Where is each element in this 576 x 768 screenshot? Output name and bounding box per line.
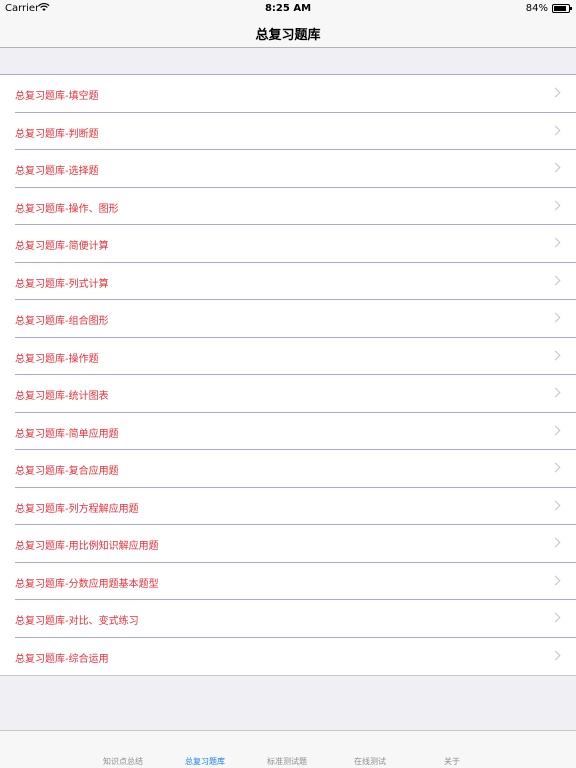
- battery-level: [554, 6, 566, 11]
- tab-item[interactable]: 标准测试题: [247, 756, 327, 767]
- list-item[interactable]: 总复习题库-列式计算: [0, 262, 576, 300]
- list-item[interactable]: 总复习题库-列方程解应用题: [0, 487, 576, 525]
- chevron-right-icon: [550, 275, 561, 285]
- list-item-label: 总复习题库-列方程解应用题: [15, 503, 139, 515]
- list-item[interactable]: 总复习题库-判断题: [0, 112, 576, 150]
- list-item-label: 总复习题库-填空题: [15, 91, 99, 102]
- list-item[interactable]: 总复习题库-分数应用题基本题型: [0, 562, 576, 600]
- tab-item[interactable]: 总复习题库: [165, 756, 245, 767]
- tab-item[interactable]: 关于: [412, 756, 492, 767]
- navigation-bar: 总复习题库: [0, 17, 576, 48]
- chevron-right-icon: [550, 237, 561, 248]
- list-item[interactable]: 总复习题库-对比、变式练习: [0, 600, 576, 638]
- chevron-right-icon: [550, 162, 561, 173]
- tab-bar: 知识点总结 总复习题库 标准测试题 在线测试 关于: [0, 730, 576, 768]
- list-item-label: 总复习题库-统计图表: [15, 391, 109, 402]
- chevron-right-icon: [550, 575, 561, 585]
- chevron-right-icon: [550, 612, 561, 623]
- list-item[interactable]: 总复习题库-简单应用题: [0, 412, 576, 450]
- chevron-right-icon: [550, 87, 561, 98]
- list-item-label: 总复习题库-简单应用题: [15, 428, 119, 440]
- list-item-label: 总复习题库-用比例知识解应用题: [15, 541, 159, 552]
- question-bank-list: 总复习题库-填空题 总复习题库-判断题 总复习题库-选择题 总复习题库-操作、图形 总复…: [0, 74, 576, 676]
- tab-item[interactable]: 知识点总结: [83, 756, 163, 767]
- list-item[interactable]: 总复习题库-简便计算: [0, 225, 576, 263]
- list-item-label: 总复习题库-综合运用: [15, 653, 109, 665]
- list-item-label: 总复习题库-组合图形: [15, 316, 109, 327]
- list-item-label: 总复习题库-对比、变式练习: [15, 616, 139, 627]
- list-item[interactable]: 总复习题库-统计图表: [0, 375, 576, 413]
- chevron-right-icon: [550, 387, 561, 398]
- list-item[interactable]: 总复习题库-复合应用题: [0, 450, 576, 488]
- list-item-label: 总复习题库-简便计算: [15, 241, 109, 252]
- page-title: 总复习题库: [255, 28, 321, 43]
- chevron-right-icon: [550, 425, 561, 435]
- list-item-label: 总复习题库-选择题: [15, 166, 99, 177]
- list-item-label: 总复习题库-列式计算: [15, 278, 109, 290]
- list-item-label: 总复习题库-分数应用题基本题型: [15, 578, 159, 590]
- list-item-label: 总复习题库-复合应用题: [15, 466, 119, 477]
- list-item-label: 总复习题库-操作、图形: [15, 203, 119, 215]
- tab-item[interactable]: 在线测试: [330, 756, 410, 767]
- chevron-right-icon: [550, 350, 561, 360]
- list-item[interactable]: 总复习题库-选择题: [0, 150, 576, 188]
- list-item[interactable]: 总复习题库-综合运用: [0, 637, 576, 675]
- chevron-right-icon: [550, 462, 561, 473]
- list-item[interactable]: 总复习题库-用比例知识解应用题: [0, 525, 576, 563]
- list-item[interactable]: 总复习题库-操作、图形: [0, 187, 576, 225]
- list-item-label: 总复习题库-操作题: [15, 353, 99, 365]
- chevron-right-icon: [550, 312, 561, 323]
- chevron-right-icon: [550, 537, 561, 548]
- list-item-label: 总复习题库-判断题: [15, 128, 99, 140]
- list-item[interactable]: 总复习题库-操作题: [0, 337, 576, 375]
- chevron-right-icon: [550, 500, 561, 510]
- chevron-right-icon: [550, 650, 561, 660]
- chevron-right-icon: [550, 125, 561, 135]
- status-bar: Carrier 8:25 AM 84%: [0, 0, 576, 17]
- list-item[interactable]: 总复习题库-组合图形: [0, 300, 576, 338]
- battery-percentage: 84%: [525, 3, 548, 14]
- list-item[interactable]: 总复习题库-填空题: [0, 75, 576, 113]
- clock: 8:25 AM: [264, 3, 312, 14]
- chevron-right-icon: [550, 200, 561, 210]
- battery-icon: [552, 4, 572, 13]
